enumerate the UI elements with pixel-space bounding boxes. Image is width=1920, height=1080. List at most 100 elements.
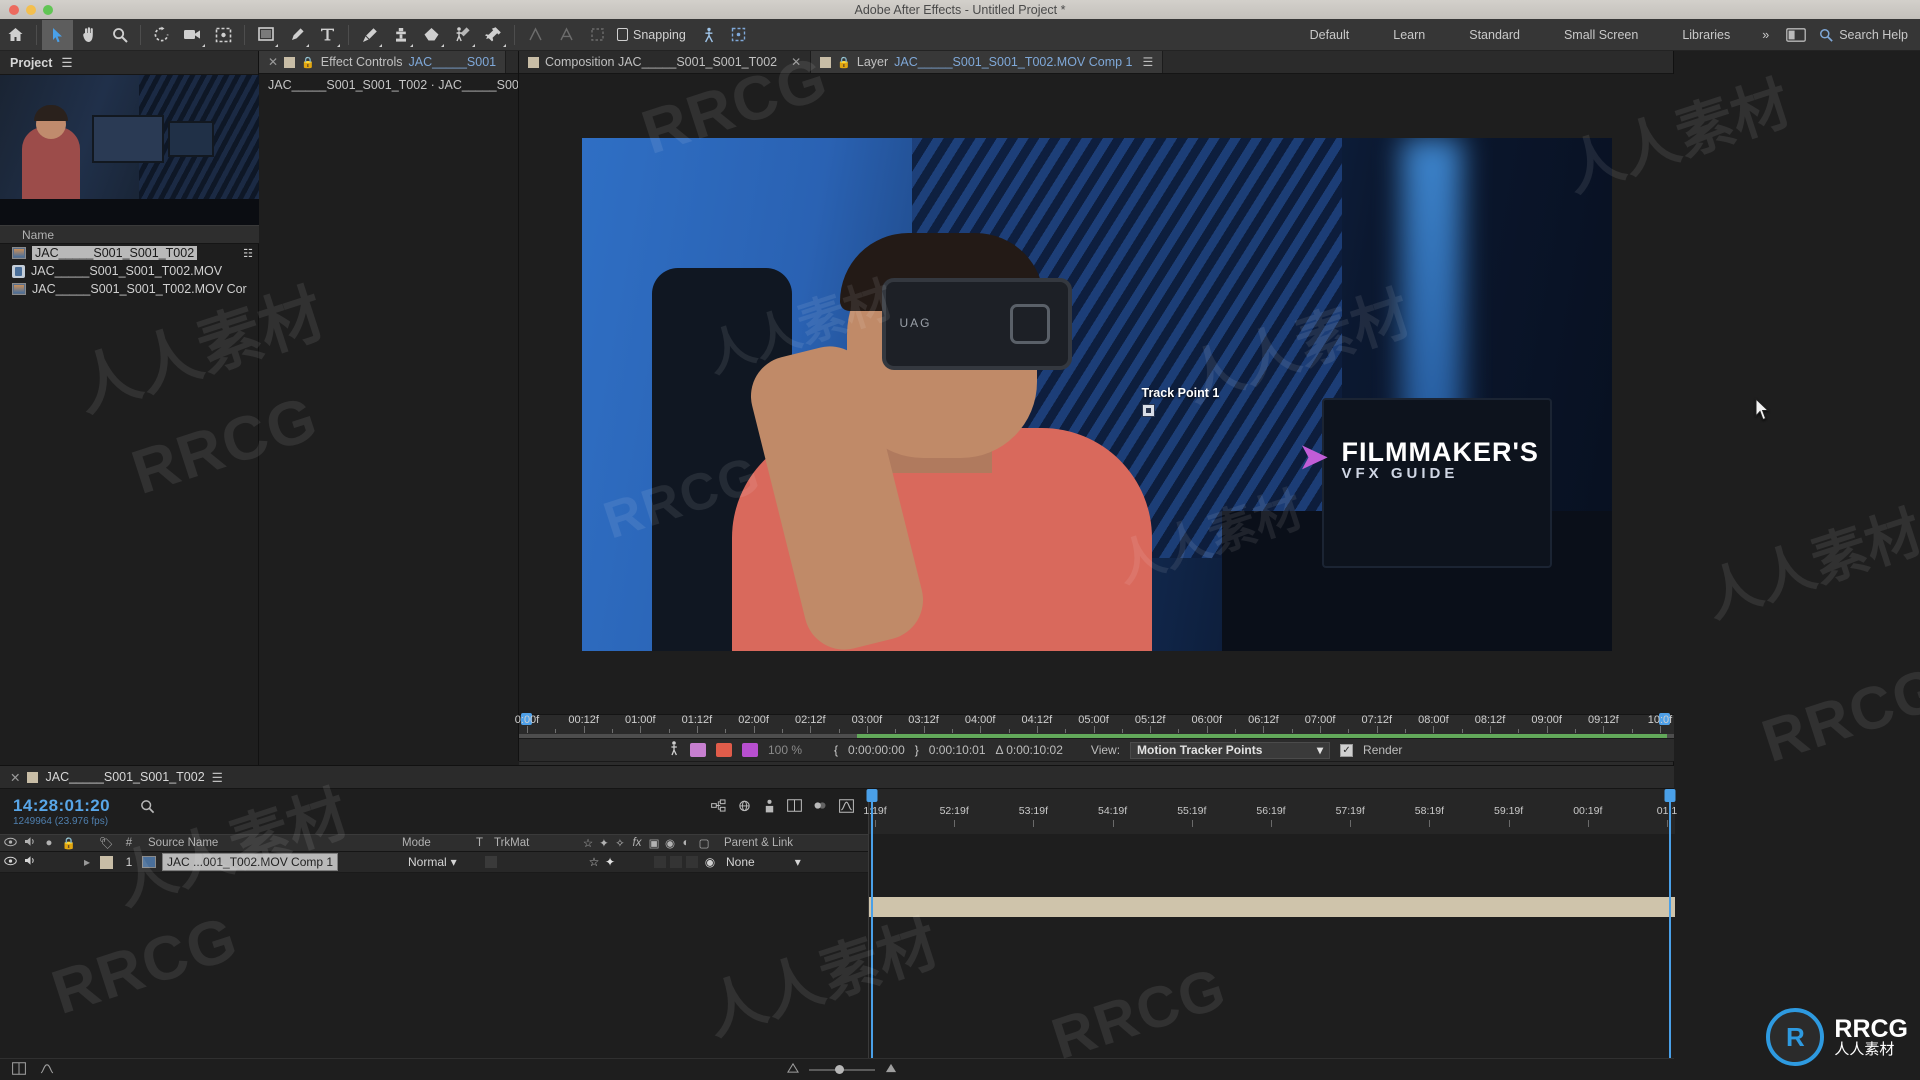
layer-quality-switch[interactable]: ✦ bbox=[602, 855, 618, 869]
timeline-layer-row[interactable]: ▸ 1 JAC ...001_T002.MOV Comp 1 Normal ▾ … bbox=[0, 852, 868, 873]
snapping-toggle[interactable]: Snapping bbox=[617, 28, 686, 42]
panel-menu-icon[interactable]: ☰ bbox=[1143, 55, 1154, 69]
workspace-small-screen[interactable]: Small Screen bbox=[1542, 19, 1660, 51]
column-parent-link[interactable]: Parent & Link bbox=[714, 837, 793, 849]
tools-toolbar[interactable]: Snapping Default Learn Standard Small Sc… bbox=[0, 19, 1920, 51]
lock-icon[interactable]: 🔒 bbox=[301, 56, 315, 69]
layer-color-label[interactable] bbox=[94, 856, 118, 869]
search-help[interactable]: Search Help bbox=[1811, 28, 1920, 42]
tab-layer[interactable]: 🔒 Layer JAC_____S001_S001_T002.MOV Comp … bbox=[811, 51, 1163, 73]
draft-3d-icon[interactable] bbox=[737, 799, 752, 816]
lock-icon[interactable]: 🔒 bbox=[837, 56, 851, 69]
zoom-out-icon[interactable] bbox=[786, 1062, 800, 1077]
selection-tool[interactable] bbox=[42, 20, 73, 50]
mask-tool-b[interactable] bbox=[551, 20, 582, 50]
graph-editor-icon[interactable] bbox=[839, 799, 854, 816]
timeline-tabbar[interactable]: ✕ JAC_____S001_S001_T002 ☰ bbox=[0, 766, 1674, 789]
workspace-standard[interactable]: Standard bbox=[1447, 19, 1542, 51]
flowchart-icon[interactable]: ☷ bbox=[243, 247, 253, 260]
resolution-value[interactable]: 100 % bbox=[768, 743, 802, 757]
timeline-footer[interactable] bbox=[0, 1058, 1674, 1080]
puppet-pin-tool[interactable] bbox=[478, 20, 509, 50]
toggle-graph-editor-icon[interactable] bbox=[40, 1062, 54, 1078]
playhead-handle-end[interactable] bbox=[1665, 789, 1676, 802]
viewer-tabbar[interactable]: Composition JAC_____S001_S001_T002 ✕ 🔒 L… bbox=[519, 51, 1673, 74]
duration-value[interactable]: Δ 0:00:10:02 bbox=[996, 743, 1063, 757]
workspace-layout-icon[interactable] bbox=[1780, 20, 1811, 50]
view-select[interactable]: Motion Tracker Points ▾ bbox=[1130, 742, 1330, 759]
layer-frame-blend-switch[interactable] bbox=[654, 856, 666, 868]
hide-shy-layers-icon[interactable] bbox=[763, 799, 776, 816]
pen-tool[interactable] bbox=[281, 20, 312, 50]
layer-mode-value[interactable]: Normal bbox=[408, 855, 447, 869]
video-frame[interactable]: ➤ FILMMAKER'S VFX GUIDE UAG Track Point … bbox=[582, 138, 1612, 651]
render-checkbox[interactable]: ✓ bbox=[1340, 744, 1353, 757]
viewer-time-ruler[interactable]: 0:00f00:12f01:00f01:12f02:00f02:12f03:00… bbox=[519, 714, 1674, 738]
hand-tool[interactable] bbox=[73, 20, 104, 50]
chevron-down-icon[interactable]: ▾ bbox=[795, 855, 801, 869]
layer-source-name[interactable]: JAC ...001_T002.MOV Comp 1 bbox=[162, 853, 338, 871]
timeline-track-area[interactable] bbox=[869, 834, 1675, 1080]
tab-composition[interactable]: Composition JAC_____S001_S001_T002 ✕ bbox=[519, 51, 811, 73]
tab-effect-controls[interactable]: ✕ 🔒 Effect Controls JAC_____S001 bbox=[259, 51, 506, 73]
layer-parent-value[interactable]: None bbox=[726, 855, 755, 869]
walker-icon[interactable] bbox=[669, 741, 680, 759]
layer-collapse-transform-switch[interactable]: ☆ bbox=[586, 855, 602, 869]
workspace-more-button[interactable]: » bbox=[1752, 28, 1780, 42]
timeline-time-ruler[interactable]: 1:19f52:19f53:19f54:19f55:19f56:19f57:19… bbox=[869, 789, 1675, 834]
track-point-1-marker[interactable]: Track Point 1 bbox=[1142, 386, 1220, 417]
zoom-in-icon[interactable] bbox=[884, 1062, 898, 1077]
timeline-search-icon[interactable] bbox=[140, 799, 155, 817]
motion-blur-icon[interactable] bbox=[813, 799, 828, 816]
mask-tool-a[interactable] bbox=[520, 20, 551, 50]
out-point-value[interactable]: 0:00:10:01 bbox=[929, 743, 986, 757]
type-tool[interactable] bbox=[312, 20, 343, 50]
layer-adjustment-switch[interactable] bbox=[686, 856, 698, 868]
viewer-canvas[interactable]: ➤ FILMMAKER'S VFX GUIDE UAG Track Point … bbox=[519, 74, 1674, 714]
brush-tool[interactable] bbox=[354, 20, 385, 50]
project-panel-header[interactable]: Project ☰ bbox=[0, 51, 258, 75]
timeline-switch-icons[interactable] bbox=[711, 799, 854, 816]
layer-audio-toggle[interactable] bbox=[20, 855, 40, 869]
preview-swatch[interactable] bbox=[742, 743, 758, 757]
layer-t-switch[interactable] bbox=[482, 856, 500, 868]
column-source-name[interactable]: Source Name bbox=[140, 837, 402, 849]
mask-tool-c[interactable] bbox=[582, 20, 613, 50]
project-panel-menu-icon[interactable]: ☰ bbox=[61, 55, 72, 70]
frame-blending-icon[interactable] bbox=[787, 799, 802, 816]
close-icon[interactable]: ✕ bbox=[10, 770, 20, 785]
in-point-value[interactable]: 0:00:00:00 bbox=[848, 743, 905, 757]
snapping-checkbox[interactable] bbox=[617, 28, 628, 41]
workspace-bar[interactable]: Default Learn Standard Small Screen Libr… bbox=[1288, 19, 1920, 51]
timeline-playhead[interactable] bbox=[871, 789, 873, 1080]
workspace-default[interactable]: Default bbox=[1288, 19, 1372, 51]
layer-motion-blur-switch[interactable] bbox=[670, 856, 682, 868]
track-point-box-icon[interactable] bbox=[1142, 404, 1155, 417]
project-item-0[interactable]: JAC_____S001_S001_T002 ☷ bbox=[0, 244, 259, 262]
layer-duration-bar[interactable] bbox=[869, 897, 1675, 917]
composition-mini-flowchart-icon[interactable] bbox=[711, 799, 726, 816]
zoom-slider-knob[interactable] bbox=[835, 1065, 844, 1074]
column-t[interactable]: T bbox=[476, 837, 494, 849]
snap-axis-icon[interactable] bbox=[692, 20, 723, 50]
rotation-tool[interactable] bbox=[146, 20, 177, 50]
clone-stamp-tool[interactable] bbox=[385, 20, 416, 50]
layer-expand-arrow-icon[interactable]: ▸ bbox=[80, 855, 94, 869]
motion-blur-swatch[interactable] bbox=[690, 743, 706, 757]
eraser-tool[interactable] bbox=[416, 20, 447, 50]
layer-video-toggle[interactable] bbox=[0, 855, 20, 869]
panel-menu-icon[interactable]: ☰ bbox=[212, 770, 223, 785]
playhead-handle[interactable] bbox=[867, 789, 878, 802]
close-icon[interactable]: ✕ bbox=[791, 56, 801, 68]
workspace-learn[interactable]: Learn bbox=[1371, 19, 1447, 51]
roto-brush-tool[interactable] bbox=[447, 20, 478, 50]
close-icon[interactable]: ✕ bbox=[268, 56, 278, 68]
zoom-tool[interactable] bbox=[104, 20, 135, 50]
draft-swatch[interactable] bbox=[716, 743, 732, 757]
home-icon[interactable] bbox=[0, 20, 31, 50]
timeline-playhead-end[interactable] bbox=[1669, 789, 1671, 1080]
viewer-options-bar[interactable]: 100 % { 0:00:00:00 } 0:00:10:01 Δ 0:00:1… bbox=[519, 738, 1674, 761]
zoom-slider[interactable] bbox=[809, 1069, 875, 1071]
project-item-2[interactable]: JAC_____S001_S001_T002.MOV Cor bbox=[0, 280, 259, 298]
workspace-libraries[interactable]: Libraries bbox=[1660, 19, 1752, 51]
